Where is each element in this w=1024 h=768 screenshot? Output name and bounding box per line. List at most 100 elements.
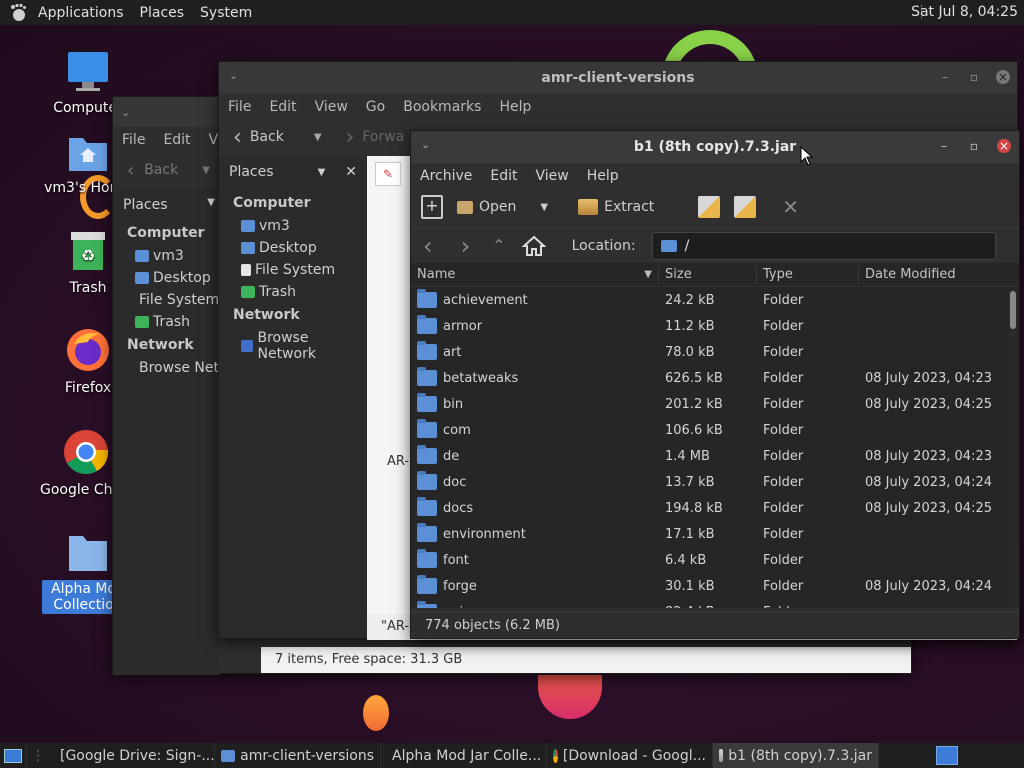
location-label: Location: [571,237,636,254]
table-row[interactable]: armor 11.2 kB Folder [411,313,1019,339]
places-menu[interactable]: Places [132,5,193,21]
chevron-down-icon[interactable]: ⌄ [421,138,430,151]
menu-help[interactable]: Help [578,168,628,184]
places-header[interactable]: Places ▼ ✕ [219,156,367,189]
add-folder-icon[interactable] [734,196,757,218]
sidebar-item-network[interactable]: Browse Network [219,327,367,365]
table-row[interactable]: font 6.4 kB Folder [411,547,1019,573]
gnome-foot-icon[interactable] [8,3,28,23]
forward-button[interactable]: Forwa [362,129,404,145]
menu-archive[interactable]: Archive [411,168,481,184]
cell-date: 08 July 2023, 04:25 [865,396,992,412]
menu-view[interactable]: View [527,168,578,184]
sidebar-item-trash[interactable]: Trash [113,311,219,333]
sidebar-item-trash[interactable]: Trash [219,281,367,303]
dropdown-icon[interactable]: ▼ [540,202,548,213]
places-header[interactable]: Places ▼ [113,189,219,221]
close-icon[interactable]: × [996,70,1010,84]
maximize-icon[interactable]: ▫ [967,139,981,153]
show-desktop-button[interactable] [0,743,27,768]
workspace-switcher[interactable] [936,746,958,765]
chevron-down-icon[interactable]: ⌄ [229,69,238,82]
stop-icon[interactable]: ✕ [782,195,799,219]
menu-file[interactable]: File [113,132,154,148]
new-archive-icon[interactable]: + [421,195,443,219]
applications-menu[interactable]: Applications [30,5,132,21]
cell-size: 194.8 kB [665,500,723,516]
column-type[interactable]: Type [757,265,859,284]
table-row[interactable]: de 1.4 MB Folder 08 July 2023, 04:23 [411,443,1019,469]
cell-type: Folder [763,344,804,360]
sidebar-item-vm3[interactable]: vm3 [113,245,219,267]
taskbar-item-download[interactable]: [Download - Googl... [547,743,713,768]
menu-view[interactable]: View [306,99,357,115]
table-row[interactable]: doc 13.7 kB Folder 08 July 2023, 04:24 [411,469,1019,495]
folder-icon [417,445,437,464]
minimize-icon[interactable]: – [937,139,951,153]
back-arrow-icon: ‹ [127,159,135,181]
table-row[interactable]: achievement 24.2 kB Folder [411,287,1019,313]
menu-file[interactable]: File [219,99,260,115]
location-input[interactable]: / [651,231,996,260]
table-row[interactable]: betatweaks 626.5 kB Folder 08 July 2023, 04… [411,365,1019,391]
minimize-icon[interactable]: – [938,70,952,84]
system-menu[interactable]: System [192,5,260,21]
taskbar-item-alpha-mod[interactable]: Alpha Mod Jar Colle... [381,743,547,768]
archive-manager-window[interactable]: ⌄ b1 (8th copy).7.3.jar – ▫ × Archive Ed… [410,130,1020,639]
sidebar-item-file-system[interactable]: File System [219,259,367,281]
dropdown-icon[interactable]: ▼ [202,165,210,176]
edit-icon[interactable]: ✎ [375,162,401,186]
menu-edit[interactable]: Edit [154,132,199,148]
column-date[interactable]: Date Modified [859,266,1005,284]
dropdown-icon[interactable]: ▼ [314,132,322,143]
file-name: betatweaks [443,370,519,386]
sidebar-item-vm3[interactable]: vm3 [219,215,367,237]
extract-button[interactable]: Extract [578,199,654,215]
window-titlebar[interactable]: ⌄ b1 (8th copy).7.3.jar – ▫ × [411,131,1019,163]
table-row[interactable]: art 78.0 kB Folder [411,339,1019,365]
sidebar-item-desktop[interactable]: Desktop [219,237,367,259]
scrollbar[interactable] [1009,289,1017,607]
menu-edit[interactable]: Edit [481,168,526,184]
back-button[interactable]: Back [250,129,284,145]
table-row[interactable]: com 106.6 kB Folder [411,417,1019,443]
chevron-down-icon[interactable]: ⌄ [121,106,130,119]
sidebar-item-network[interactable]: Browse Net [113,357,219,379]
sidebar-item-desktop[interactable]: Desktop [113,267,219,289]
table-row[interactable]: bin 201.2 kB Folder 08 July 2023, 04:25 [411,391,1019,417]
menu-go[interactable]: Go [357,99,394,115]
add-files-icon[interactable] [698,196,721,218]
dropdown-icon[interactable]: ▼ [318,167,326,178]
file-name: gui [443,605,463,609]
taskbar-item-google-drive[interactable]: [Google Drive: Sign-... [49,743,215,768]
cell-size: 24.2 kB [665,292,715,308]
taskbar-item-archive[interactable]: b1 (8th copy).7.3.jar [713,743,879,768]
maximize-icon[interactable]: ▫ [967,70,981,84]
table-row[interactable]: gui 82.4 kBFolder [411,599,1019,608]
scrollbar-thumb[interactable] [1010,291,1016,329]
back-arrow-icon[interactable]: ‹ [423,232,433,260]
home-statusbar: 7 items, Free space: 31.3 GB [261,647,911,673]
column-name[interactable]: Name ▼ [411,265,659,284]
home-icon[interactable] [521,235,546,257]
dropdown-icon[interactable]: ▼ [207,197,215,213]
up-arrow-icon[interactable]: ⌃ [492,236,505,255]
column-size[interactable]: Size [659,265,757,284]
menu-edit[interactable]: Edit [260,99,305,115]
window-titlebar[interactable]: ⌄ amr-client-versions – ▫ × [219,62,1017,94]
table-row[interactable]: environment 17.1 kB Folder [411,521,1019,547]
taskbar-item-amr-client[interactable]: amr-client-versions [215,743,381,768]
back-button[interactable]: Back [144,162,178,178]
forward-arrow-icon[interactable]: › [461,232,471,260]
close-icon[interactable]: × [997,139,1011,153]
cell-type: Folder [763,396,804,412]
file-list[interactable]: Name ▼ Size Type Date Modified achieveme… [411,263,1019,608]
sidebar-item-file-system[interactable]: File System [113,289,219,311]
open-button[interactable]: Open [457,199,516,215]
clock[interactable]: Sat Jul 8, 04:25 [911,4,1018,20]
menu-bookmarks[interactable]: Bookmarks [394,99,490,115]
menu-help[interactable]: Help [490,99,540,115]
table-row[interactable]: forge 30.1 kB Folder 08 July 2023, 04:24 [411,573,1019,599]
table-row[interactable]: docs 194.8 kB Folder 08 July 2023, 04:25 [411,495,1019,521]
close-icon[interactable]: ✕ [345,164,357,180]
